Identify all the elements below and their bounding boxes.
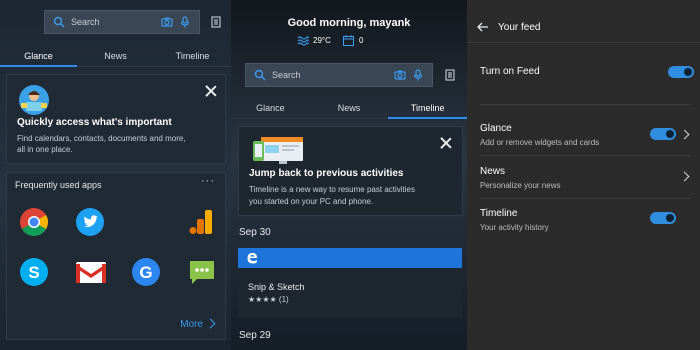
intro-title: Quickly access what's important (17, 117, 172, 128)
messaging-app-icon[interactable] (187, 257, 217, 287)
turn-on-feed-toggle[interactable] (668, 66, 694, 78)
twitter-app-icon[interactable] (75, 207, 105, 237)
glance-toggle[interactable] (650, 128, 676, 140)
timeline-illustration-icon (253, 137, 303, 164)
timeline-panel: Good morning, mayank 29°C 0 Search Glanc… (231, 0, 467, 350)
intro-title: Jump back to previous activities (249, 168, 404, 179)
page-title: Your feed (498, 22, 541, 33)
skype-app-icon[interactable]: S (19, 257, 49, 287)
more-link[interactable]: More (180, 319, 203, 330)
header-divider (467, 42, 700, 43)
apps-title: Frequently used apps (15, 180, 102, 190)
svg-text:S: S (28, 263, 39, 282)
news-row[interactable]: News Personalize your news (480, 166, 690, 190)
divider (480, 198, 690, 199)
tab-glance[interactable]: Glance (0, 45, 77, 67)
search-bar[interactable]: Search (44, 10, 200, 34)
greeting: Good morning, mayank (287, 17, 411, 29)
intro-body-line1: Find calendars, contacts, documents and … (17, 134, 186, 143)
back-arrow-icon[interactable] (477, 22, 489, 32)
date-header: Sep 30 (239, 227, 271, 238)
microphone-icon[interactable] (412, 69, 424, 81)
activity-header (238, 248, 462, 268)
feed-settings-icon[interactable] (211, 16, 221, 28)
glance-panel: Search Glance News Timeline Quickly acce… (0, 0, 231, 350)
activity-title: Snip & Sketch (248, 282, 305, 292)
camera-icon[interactable] (394, 69, 406, 81)
activity-card[interactable]: Snip & Sketch ★★★★ (1) (238, 248, 462, 318)
intro-card: Jump back to previous activities Timelin… (238, 126, 463, 216)
intro-body-line1: Timeline is a new way to resume past act… (249, 185, 415, 194)
gmail-app-icon[interactable] (75, 259, 107, 285)
feed-settings-panel: Your feed Turn on Feed Glance Add or rem… (467, 0, 700, 350)
haze-icon (297, 36, 309, 46)
chrome-app-icon[interactable] (19, 207, 49, 237)
news-subtitle: Personalize your news (480, 181, 561, 190)
svg-text:G: G (139, 263, 152, 282)
illustration-icon (19, 85, 49, 115)
tab-bar: Glance News Timeline (231, 97, 467, 119)
search-icon (254, 69, 266, 81)
google-app-icon[interactable]: G (131, 257, 161, 287)
search-placeholder: Search (272, 70, 301, 80)
intro-card: Quickly access what's important Find cal… (6, 74, 226, 164)
divider (480, 104, 690, 105)
intro-body-line2: you started on your PC and phone. (249, 197, 374, 206)
tab-timeline[interactable]: Timeline (388, 97, 467, 119)
edge-icon (247, 253, 257, 264)
frequent-apps-card: Frequently used apps ··· S G More (6, 172, 226, 340)
camera-icon[interactable] (161, 16, 173, 28)
date-header: Sep 29 (239, 330, 271, 341)
timeline-toggle[interactable] (650, 212, 676, 224)
tab-news[interactable]: News (77, 45, 154, 66)
temperature: 29°C (313, 36, 331, 45)
turn-on-feed-row: Turn on Feed (480, 66, 690, 77)
news-title: News (480, 166, 506, 177)
search-icon (53, 16, 65, 28)
intro-body-line2: all in one place. (17, 145, 73, 154)
close-icon[interactable] (205, 85, 217, 97)
activity-rating: ★★★★ (1) (248, 295, 289, 304)
feed-settings-icon[interactable] (445, 69, 455, 81)
more-options-icon[interactable]: ··· (201, 175, 215, 187)
google-analytics-app-icon[interactable] (187, 207, 215, 237)
close-icon[interactable] (440, 137, 452, 149)
tab-news[interactable]: News (310, 97, 389, 118)
timeline-subtitle: Your activity history (480, 223, 549, 232)
turn-on-feed-label: Turn on Feed (480, 66, 540, 77)
calendar-count: 0 (359, 36, 364, 45)
divider (480, 155, 690, 156)
search-placeholder: Search (71, 17, 100, 27)
microphone-icon[interactable] (179, 16, 191, 28)
calendar-icon (343, 35, 354, 46)
more-chevron-icon (205, 318, 216, 329)
tab-bar: Glance News Timeline (0, 45, 231, 67)
tab-timeline[interactable]: Timeline (154, 45, 231, 66)
search-bar[interactable]: Search (245, 63, 433, 87)
tab-glance[interactable]: Glance (231, 97, 310, 118)
